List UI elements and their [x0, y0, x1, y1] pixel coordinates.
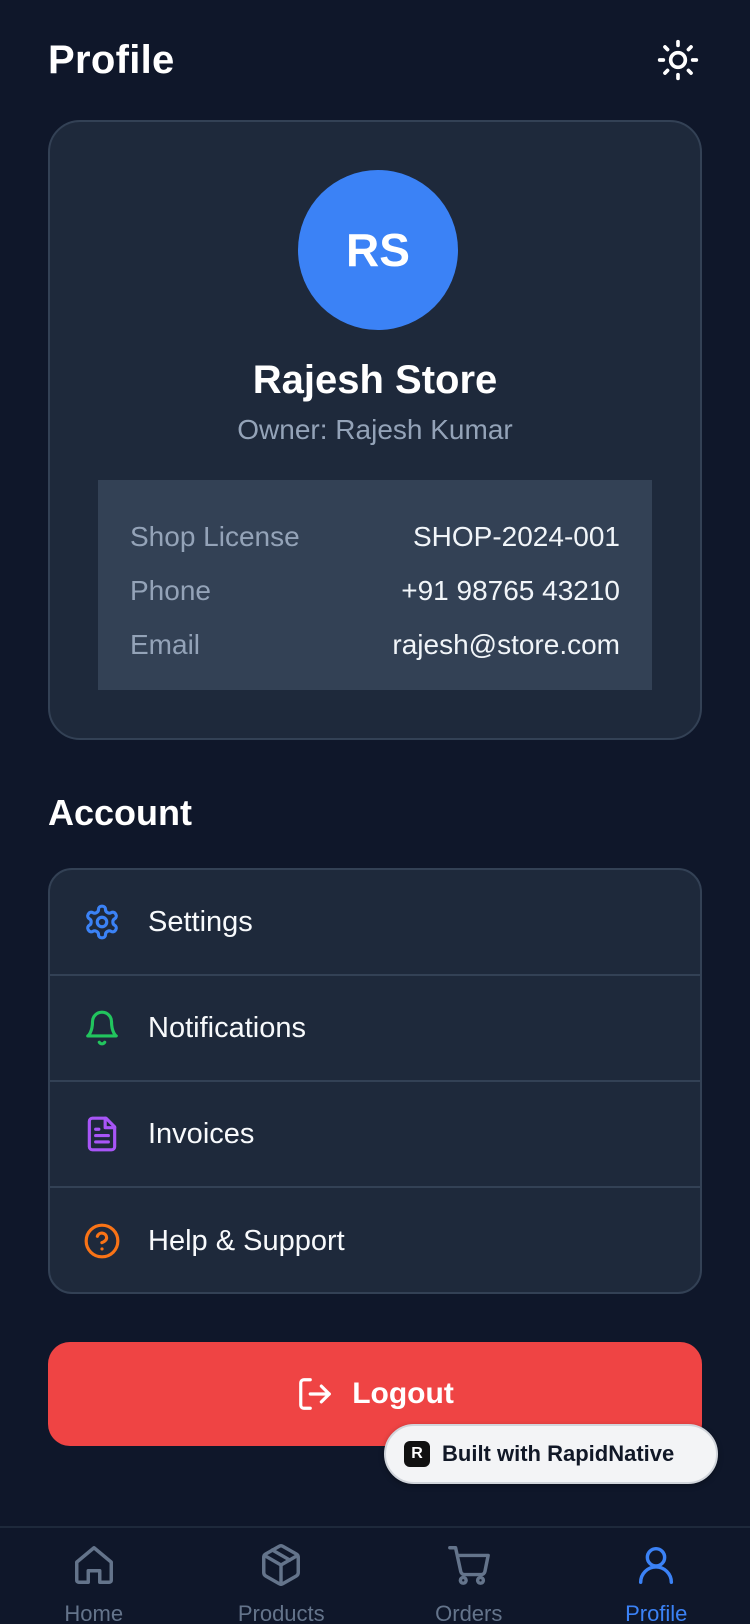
- detail-label: Email: [130, 629, 201, 660]
- store-name: Rajesh Store: [252, 358, 498, 402]
- owner-name: Owner: Rajesh Kumar: [237, 414, 513, 445]
- profile-screen: Profile RS Rajesh Store Owner: Rajesh Ku…: [0, 0, 750, 1624]
- menu-label: Invoices: [148, 1117, 255, 1150]
- user-icon: [633, 1542, 679, 1593]
- bottom-nav: Home Products Orders Profile: [0, 1526, 750, 1624]
- detail-row-email: Email rajesh@store.com: [130, 618, 620, 672]
- detail-label: Phone: [130, 575, 211, 606]
- detail-row-phone: Phone +91 98765 43210: [130, 564, 620, 618]
- nav-label: Home: [64, 1601, 124, 1624]
- detail-value: SHOP-2024-001: [412, 521, 620, 552]
- help-circle-icon: [82, 1221, 122, 1261]
- nav-label: Orders: [435, 1601, 503, 1624]
- logout-label: Logout: [352, 1377, 454, 1410]
- nav-item-orders[interactable]: Orders: [375, 1528, 562, 1624]
- page-title: Profile: [48, 37, 175, 82]
- section-title-account: Account: [48, 792, 192, 833]
- account-menu: Settings Notifications Invoices Help & S…: [48, 868, 702, 1294]
- built-with-badge[interactable]: R Built with RapidNative: [384, 1424, 718, 1484]
- logout-icon: [296, 1375, 334, 1413]
- profile-card: RS Rajesh Store Owner: Rajesh Kumar Shop…: [48, 120, 702, 740]
- sun-icon[interactable]: [654, 36, 702, 84]
- box-icon: [258, 1542, 304, 1593]
- gear-icon: [82, 902, 122, 942]
- menu-label: Notifications: [148, 1011, 306, 1044]
- cart-icon: [446, 1542, 492, 1593]
- home-icon: [71, 1542, 117, 1593]
- details-box: Shop License SHOP-2024-001 Phone +91 987…: [98, 480, 652, 690]
- menu-label: Settings: [148, 905, 253, 938]
- detail-value: rajesh@store.com: [392, 629, 620, 660]
- menu-item-settings[interactable]: Settings: [50, 870, 700, 976]
- detail-row-license: Shop License SHOP-2024-001: [130, 510, 620, 564]
- rapidnative-logo-icon: R: [404, 1441, 430, 1467]
- nav-label: Products: [237, 1601, 325, 1624]
- menu-item-invoices[interactable]: Invoices: [50, 1082, 700, 1188]
- document-icon: [82, 1114, 122, 1154]
- detail-label: Shop License: [130, 521, 300, 552]
- avatar: RS: [298, 170, 458, 330]
- badge-label: Built with RapidNative: [442, 1441, 675, 1466]
- menu-item-help-support[interactable]: Help & Support: [50, 1188, 700, 1292]
- bell-icon: [82, 1008, 122, 1048]
- nav-item-home[interactable]: Home: [0, 1528, 187, 1624]
- nav-label: Profile: [625, 1601, 688, 1624]
- nav-item-products[interactable]: Products: [188, 1528, 375, 1624]
- detail-value: +91 98765 43210: [401, 575, 620, 606]
- nav-item-profile[interactable]: Profile: [563, 1528, 750, 1624]
- header: Profile: [48, 30, 702, 90]
- menu-label: Help & Support: [148, 1224, 345, 1257]
- menu-item-notifications[interactable]: Notifications: [50, 976, 700, 1082]
